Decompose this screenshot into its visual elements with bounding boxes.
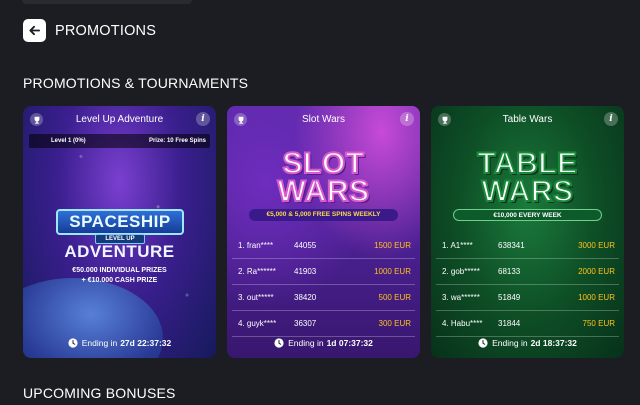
leaderboard-player: 1. fran**** [238, 241, 274, 250]
leaderboard-player: 3. wa****** [442, 293, 480, 302]
promo-logo-line3: ADVENTURE [64, 242, 175, 261]
section-title-upcoming: UPCOMING BONUSES [23, 385, 176, 401]
info-icon[interactable]: i [604, 112, 618, 126]
trophy-icon [234, 113, 247, 126]
clock-icon [478, 338, 488, 348]
page-title: PROMOTIONS [55, 22, 157, 39]
leaderboard-prize: 300 EUR [378, 319, 411, 328]
ending-label: Ending in [492, 338, 528, 348]
section-title-promotions: PROMOTIONS & TOURNAMENTS [23, 75, 249, 91]
promo-logo-line1: SPACESHIP [56, 209, 184, 235]
leaderboard: 1. fran**** 44055 1500 EUR 2. Ra****** 41903… [232, 233, 415, 337]
leaderboard-row: 1. fran**** 44055 1500 EUR [232, 233, 415, 259]
ending-timer: Ending in 27d 22:37:32 [23, 338, 216, 348]
leaderboard-score: 44055 [294, 241, 317, 250]
trophy-icon [30, 113, 43, 126]
promo-description: €50.000 INDIVIDUAL PRIZES + €10.000 CASH… [23, 266, 216, 286]
promo-description-line1: €50.000 INDIVIDUAL PRIZES [72, 267, 167, 274]
promo-card-table-wars[interactable]: Table Wars i TABLE WARS €10,000 EVERY WE… [431, 106, 624, 358]
leaderboard-score: 36307 [294, 319, 317, 328]
leaderboard-prize: 1000 EUR [578, 293, 615, 302]
promo-logo-line1: SLOT [282, 147, 366, 180]
leaderboard-score: 51849 [498, 293, 521, 302]
clock-icon [274, 338, 284, 348]
leaderboard-row: 3. wa****** 51849 1000 EUR [436, 285, 619, 311]
leaderboard-score: 41903 [294, 267, 317, 276]
leaderboard-player: 1. A1**** [442, 241, 473, 250]
page-header: PROMOTIONS [23, 19, 156, 42]
leaderboard-prize: 1500 EUR [374, 241, 411, 250]
leaderboard-score: 68133 [498, 267, 521, 276]
arrow-left-icon [29, 25, 41, 36]
back-button[interactable] [23, 19, 46, 42]
info-icon[interactable]: i [196, 112, 210, 126]
leaderboard-score: 31844 [498, 319, 521, 328]
card-title: Table Wars [502, 113, 553, 125]
leaderboard-row: 2. Ra****** 41903 1000 EUR [232, 259, 415, 285]
leaderboard-player: 3. out***** [238, 293, 274, 302]
promo-description-line2: + €10.000 CASH PRIZE [81, 277, 158, 284]
ending-timer: Ending in 2d 18:37:32 [431, 338, 624, 348]
promo-logo-line2: WARS [277, 175, 371, 208]
ending-label: Ending in [288, 338, 324, 348]
leaderboard-player: 2. gob***** [442, 267, 480, 276]
leaderboard-prize: 2000 EUR [578, 267, 615, 276]
promo-logo-line1: TABLE [476, 147, 578, 180]
trophy-icon [438, 113, 451, 126]
leaderboard-player: 2. Ra****** [238, 267, 276, 276]
leaderboard-prize: 750 EUR [582, 319, 615, 328]
leaderboard-row: 1. A1**** 638341 3000 EUR [436, 233, 619, 259]
top-bar-edge [22, 0, 192, 4]
leaderboard-row: 4. Habu**** 31844 750 EUR [436, 311, 619, 337]
info-icon[interactable]: i [400, 112, 414, 126]
card-title: Level Up Adventure [75, 113, 164, 125]
promo-card-level-up[interactable]: Level Up Adventure i Level 1 (0%) Prize:… [23, 106, 216, 358]
leaderboard-score: 38420 [294, 293, 317, 302]
promo-banner: €5,000 & 5,000 FREE SPINS WEEKLY [249, 209, 398, 221]
ending-timer: Ending in 1d 07:37:32 [227, 338, 420, 348]
leaderboard-row: 4. guyk**** 36307 300 EUR [232, 311, 415, 337]
leaderboard-row: 2. gob***** 68133 2000 EUR [436, 259, 619, 285]
leaderboard-score: 638341 [498, 241, 525, 250]
level-label: Level 1 (0%) [51, 138, 86, 144]
leaderboard-prize: 500 EUR [378, 293, 411, 302]
promo-logo-line2: WARS [481, 175, 575, 208]
leaderboard-prize: 1000 EUR [374, 267, 411, 276]
leaderboard-row: 3. out***** 38420 500 EUR [232, 285, 415, 311]
level-prize-label: Prize: 10 Free Spins [148, 138, 206, 144]
leaderboard-player: 4. guyk**** [238, 319, 277, 328]
ending-label: Ending in [81, 338, 118, 348]
leaderboard-prize: 3000 EUR [578, 241, 615, 250]
leaderboard: 1. A1**** 638341 3000 EUR 2. gob***** 68133 2… [436, 233, 619, 337]
leaderboard-player: 4. Habu**** [442, 319, 483, 328]
level-progress-bar: Level 1 (0%) Prize: 10 Free Spins [29, 134, 210, 148]
promo-card-slot-wars[interactable]: Slot Wars i SLOT WARS €5,000 & 5,000 FRE… [227, 106, 420, 358]
promo-banner: €10,000 EVERY WEEK [453, 209, 602, 221]
ending-value: 2d 18:37:32 [530, 338, 577, 348]
card-title: Slot Wars [302, 113, 345, 125]
ending-value: 1d 07:37:32 [326, 338, 373, 348]
clock-icon [68, 338, 78, 348]
ending-value: 27d 22:37:32 [120, 338, 172, 348]
